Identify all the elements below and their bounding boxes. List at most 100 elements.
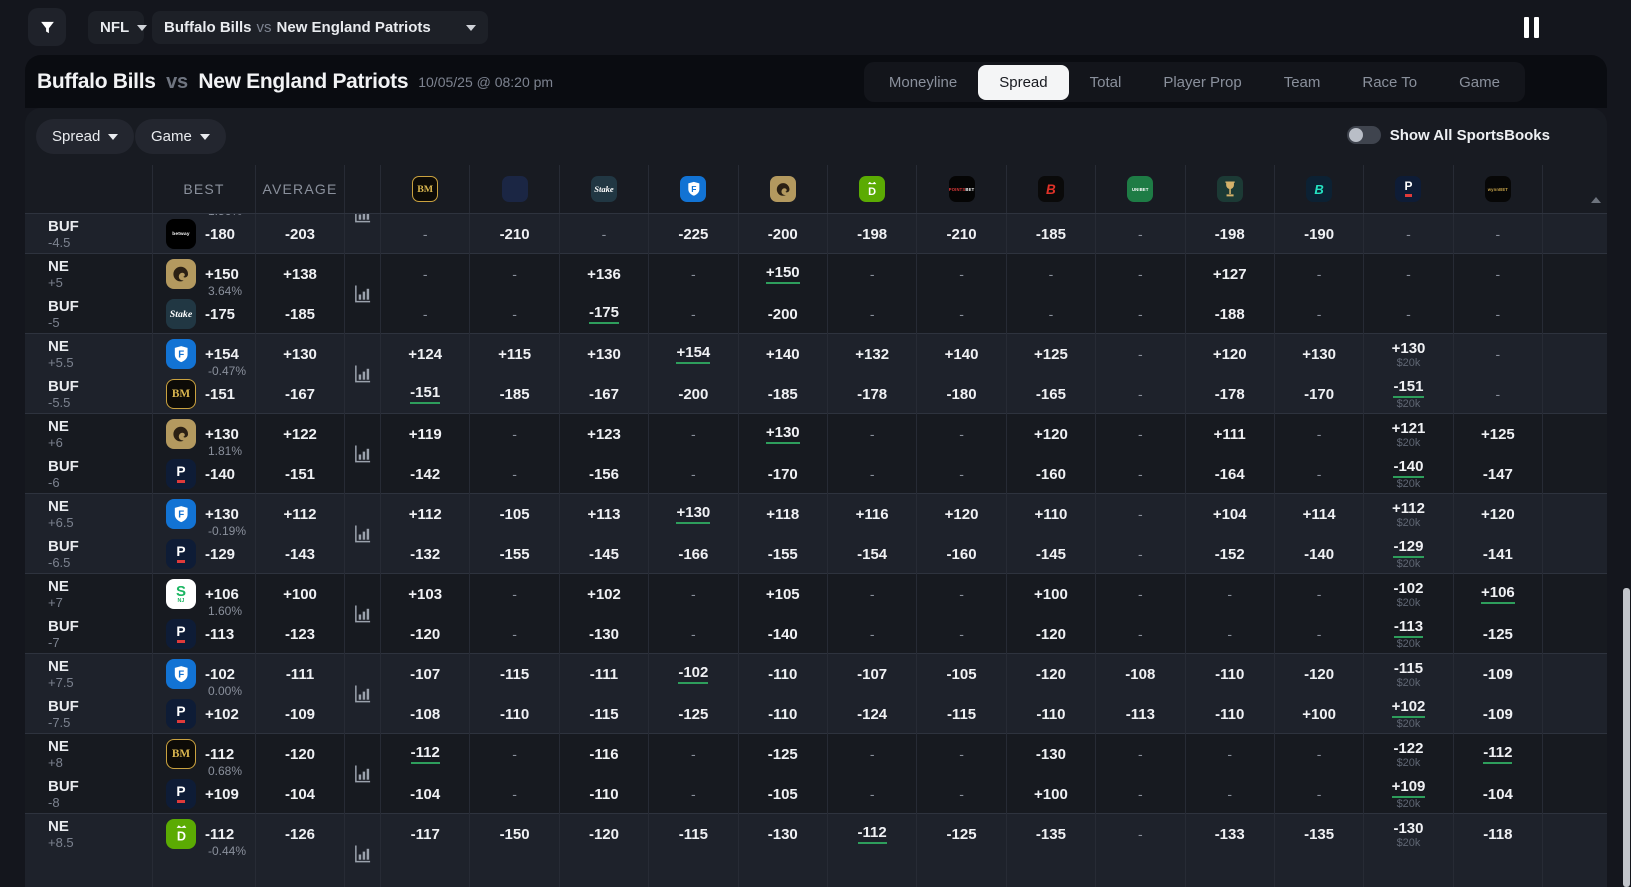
best-odds-value[interactable]: -175 — [205, 306, 235, 323]
odds-cell[interactable]: -104 — [1483, 786, 1513, 803]
tab-spread[interactable]: Spread — [978, 64, 1069, 100]
odds-cell[interactable]: +130 — [676, 504, 711, 524]
odds-cell[interactable]: +130 — [587, 346, 621, 363]
line-history-button[interactable] — [344, 734, 380, 814]
book-column-header-betano[interactable]: B — [1273, 165, 1363, 213]
odds-cell[interactable]: +130 — [765, 424, 800, 444]
odds-cell[interactable]: -175 — [588, 304, 619, 324]
scroll-up-icon[interactable] — [1591, 197, 1601, 203]
odds-cell[interactable]: -160 — [947, 546, 977, 563]
betway-logo-icon[interactable]: betway — [166, 219, 196, 249]
odds-cell[interactable]: -167 — [589, 386, 619, 403]
odds-cell[interactable]: +121 — [1392, 420, 1426, 437]
odds-cell[interactable]: -124 — [857, 706, 887, 723]
odds-cell[interactable]: -130 — [589, 626, 619, 643]
odds-cell[interactable]: -200 — [768, 226, 798, 243]
book-column-header-ballybet[interactable]: B — [1005, 165, 1095, 213]
odds-cell[interactable]: -111 — [590, 666, 618, 683]
tab-total[interactable]: Total — [1069, 65, 1143, 100]
market-filter-dropdown[interactable]: Spread — [36, 119, 135, 154]
odds-cell[interactable]: -105 — [768, 786, 798, 803]
best-odds-value[interactable]: -180 — [205, 226, 235, 243]
odds-cell[interactable]: +116 — [856, 506, 889, 523]
odds-cell[interactable]: -115 — [679, 826, 708, 843]
odds-cell[interactable]: -120 — [410, 626, 440, 643]
line-history-button[interactable] — [344, 654, 380, 734]
odds-cell[interactable]: +120 — [1034, 426, 1068, 443]
tab-game[interactable]: Game — [1438, 65, 1521, 100]
best-odds-value[interactable]: +130 — [205, 426, 239, 443]
best-odds-value[interactable]: -140 — [205, 466, 235, 483]
book-column-header-stake[interactable]: Stake — [558, 165, 648, 213]
odds-cell[interactable]: +112 — [1392, 500, 1425, 517]
odds-cell[interactable]: -155 — [500, 546, 530, 563]
odds-cell[interactable]: -109 — [1483, 706, 1513, 723]
odds-cell[interactable]: -130 — [1036, 746, 1066, 763]
best-odds-value[interactable]: +106 — [205, 586, 239, 603]
odds-cell[interactable]: -178 — [857, 386, 887, 403]
tab-player-prop[interactable]: Player Prop — [1142, 65, 1262, 100]
best-odds-value[interactable]: -112 — [205, 746, 234, 763]
odds-cell[interactable]: -210 — [500, 226, 530, 243]
fanduel-logo-icon[interactable]: F — [166, 499, 196, 529]
odds-cell[interactable]: -110 — [1215, 706, 1244, 723]
odds-cell[interactable]: -122 — [1393, 740, 1423, 757]
odds-cell[interactable]: -108 — [1125, 666, 1155, 683]
odds-cell[interactable]: -185 — [500, 386, 530, 403]
book-column-header-lion[interactable] — [737, 165, 827, 213]
odds-cell[interactable]: -110 — [1036, 706, 1065, 723]
odds-cell[interactable]: -150 — [500, 826, 530, 843]
odds-cell[interactable]: -113 — [1393, 618, 1424, 638]
odds-cell[interactable]: -120 — [1304, 666, 1334, 683]
odds-cell[interactable]: -151 — [410, 384, 441, 404]
odds-cell[interactable]: +120 — [945, 506, 979, 523]
best-odds-value[interactable]: +154 — [205, 346, 239, 363]
odds-cell[interactable]: -188 — [1215, 306, 1245, 323]
odds-cell[interactable]: -145 — [1036, 546, 1066, 563]
odds-cell[interactable]: +118 — [766, 506, 799, 523]
book-column-header-bluebird[interactable] — [469, 165, 558, 213]
tab-race-to[interactable]: Race To — [1341, 65, 1438, 100]
odds-cell[interactable]: -198 — [857, 226, 887, 243]
odds-cell[interactable]: -155 — [768, 546, 798, 563]
odds-cell[interactable]: -112 — [857, 824, 887, 844]
odds-cell[interactable]: -225 — [678, 226, 708, 243]
odds-cell[interactable]: +154 — [676, 344, 711, 364]
book-column-header-fanduel[interactable]: F — [648, 165, 737, 213]
pinnacle-logo-icon[interactable]: P — [166, 539, 196, 569]
odds-cell[interactable]: -210 — [947, 226, 977, 243]
odds-cell[interactable]: -140 — [1304, 546, 1334, 563]
odds-cell[interactable]: +125 — [1034, 346, 1068, 363]
odds-cell[interactable]: -120 — [1036, 666, 1066, 683]
odds-cell[interactable]: -160 — [1036, 466, 1066, 483]
odds-cell[interactable]: -115 — [589, 706, 618, 723]
line-history-button[interactable] — [344, 334, 380, 414]
book-column-header-pinnacle[interactable]: P — [1363, 165, 1452, 213]
odds-cell[interactable]: -125 — [678, 706, 708, 723]
book-column-header-pointsbet[interactable]: POINTSBET — [916, 165, 1005, 213]
best-odds-value[interactable]: -129 — [205, 546, 235, 563]
odds-cell[interactable]: -116 — [589, 746, 618, 763]
betmgm-logo-icon[interactable]: BM — [166, 739, 196, 769]
book-column-header-betmgm[interactable]: BM — [380, 165, 469, 213]
best-odds-value[interactable]: +109 — [205, 786, 239, 803]
odds-cell[interactable]: -120 — [589, 826, 619, 843]
odds-cell[interactable]: +100 — [1034, 786, 1068, 803]
odds-cell[interactable]: +127 — [1213, 266, 1247, 283]
odds-cell[interactable]: -117 — [411, 826, 440, 843]
odds-cell[interactable]: +104 — [1213, 506, 1247, 523]
odds-cell[interactable]: -118 — [1483, 826, 1512, 843]
odds-cell[interactable]: -185 — [768, 386, 798, 403]
book-column-header-unibet[interactable]: UNIBET — [1095, 165, 1184, 213]
odds-cell[interactable]: -110 — [500, 706, 529, 723]
odds-cell[interactable]: -125 — [768, 746, 798, 763]
odds-cell[interactable]: -112 — [410, 744, 440, 764]
odds-cell[interactable]: +100 — [1302, 706, 1336, 723]
best-odds-value[interactable]: +130 — [205, 506, 239, 523]
odds-cell[interactable]: -110 — [1215, 666, 1244, 683]
odds-cell[interactable]: -135 — [1036, 826, 1066, 843]
show-all-sportsbooks-toggle[interactable]: Show All SportsBooks — [1346, 126, 1550, 144]
odds-cell[interactable]: +124 — [408, 346, 442, 363]
lion-logo-icon[interactable] — [166, 419, 196, 449]
book-column-header-chalice[interactable] — [1184, 165, 1274, 213]
